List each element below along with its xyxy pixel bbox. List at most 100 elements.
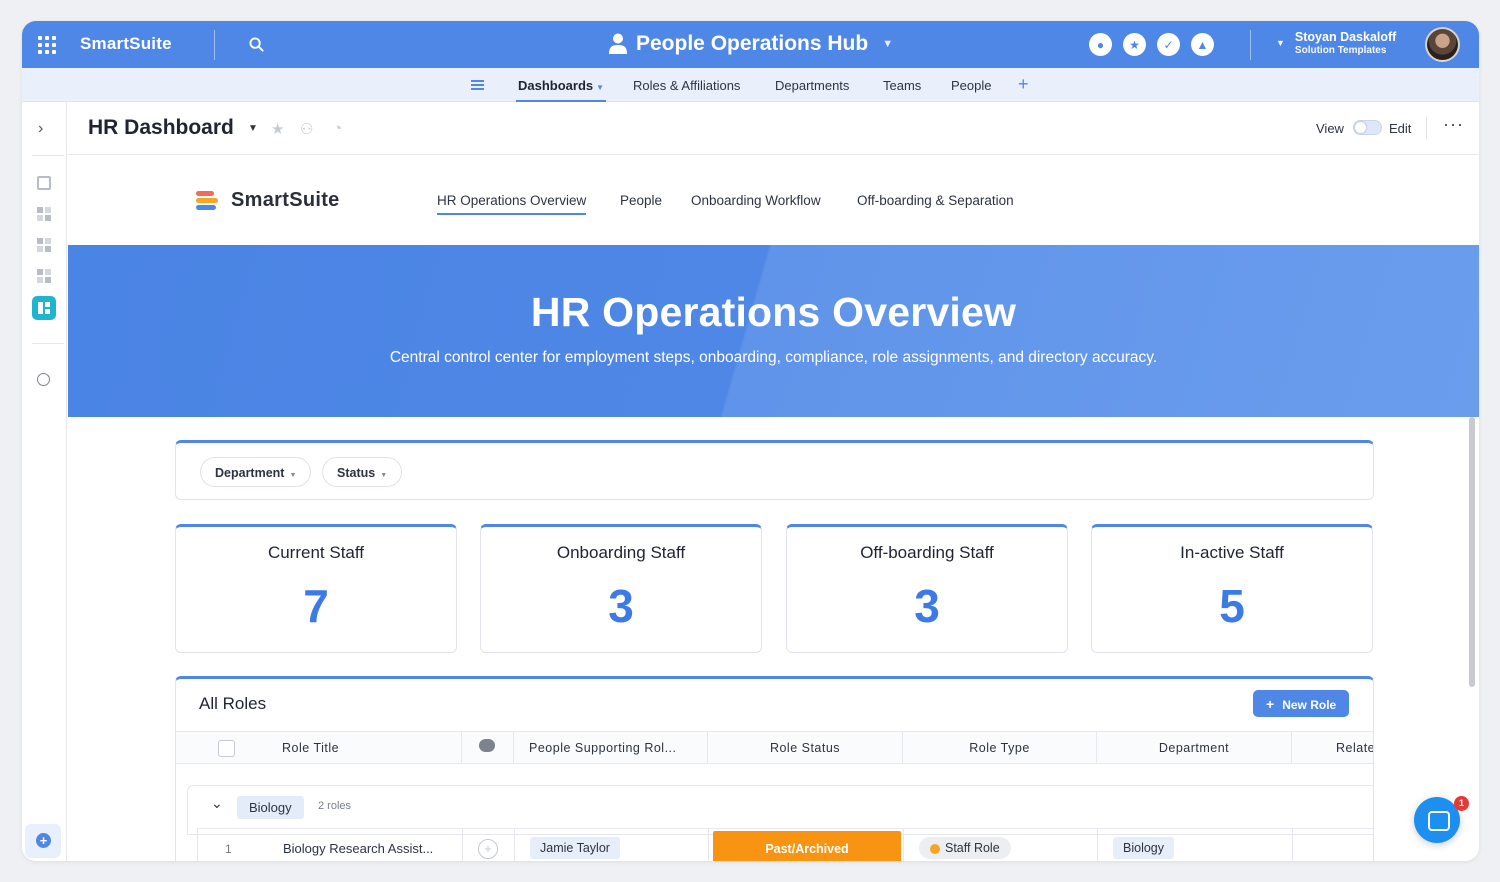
select-all-checkbox[interactable] [218, 740, 235, 757]
stat-value: 3 [914, 580, 940, 632]
divider [1426, 117, 1427, 139]
add-tab-icon[interactable]: + [1018, 74, 1029, 95]
chevron-down-icon: ▼ [380, 472, 388, 479]
role-title: Biology Research Assist... [283, 841, 434, 856]
search-icon[interactable] [249, 37, 264, 52]
column-related[interactable]: Relate [1292, 732, 1373, 763]
roles-table-widget: All Roles + New Role Role Title People Su… [175, 676, 1374, 861]
stat-value: 3 [608, 580, 634, 632]
stat-value: 7 [303, 580, 329, 632]
status-filter[interactable]: Status ▼ [322, 457, 403, 487]
group-count: 2 roles [318, 800, 352, 812]
banner-subtitle: Central control center for employment st… [389, 349, 1158, 366]
group-name: Biology [237, 796, 304, 819]
stat-label: Current Staff [267, 543, 365, 562]
check-icon[interactable]: ✓ [1157, 33, 1180, 56]
top-actions: ● ★ ✓ ▲ [1089, 33, 1214, 56]
table-header: Role Title People Supporting Rol... Role… [176, 731, 1373, 764]
status-badge[interactable]: Past/Archived [713, 831, 901, 861]
role-title-cell[interactable]: 1 Biology Research Assist... [198, 829, 463, 861]
chevron-right-icon[interactable]: › [38, 120, 43, 138]
people-icon[interactable]: ● [1089, 33, 1112, 56]
avatar[interactable] [1425, 27, 1460, 62]
comment-icon [479, 739, 495, 752]
dashboard-icon[interactable] [32, 296, 56, 320]
chevron-down-icon: ▼ [289, 472, 297, 479]
row-index: 1 [225, 842, 232, 856]
hub-selector[interactable]: People Operations Hub ▼ [608, 32, 893, 56]
menu-icon[interactable] [471, 80, 484, 90]
document-icon[interactable] [37, 176, 51, 190]
stat-card-inactive: In-active Staff 5 [1091, 524, 1373, 653]
app-window: SmartSuite People Operations Hub ▼ ● ★ ✓… [22, 21, 1479, 861]
tab-dashboards[interactable]: Dashboards ▼ [515, 78, 607, 103]
app-brand[interactable]: SmartSuite [80, 34, 172, 54]
star-icon[interactable]: ★ [1123, 33, 1146, 56]
column-comments[interactable] [462, 732, 514, 763]
add-comment-icon[interactable]: + [478, 839, 498, 859]
star-icon[interactable]: ★ [271, 120, 284, 138]
stat-value: 5 [1219, 580, 1245, 632]
subtab-off-boarding[interactable]: Off-boarding & Separation [857, 193, 1014, 208]
app-block-icon[interactable] [37, 238, 51, 252]
people-cell[interactable]: Jamie Taylor [515, 829, 709, 861]
left-sidebar: › [22, 102, 67, 861]
department-chip[interactable]: Biology [1113, 837, 1174, 859]
role-type-chip[interactable]: Staff Role [919, 837, 1011, 859]
chevron-down-icon: ▼ [1276, 38, 1285, 48]
subtab-people[interactable]: People [620, 193, 662, 208]
share-icon[interactable]: ⚇ [300, 120, 313, 138]
user-name: Stoyan Daskaloff [1294, 30, 1397, 44]
divider [32, 343, 64, 344]
banner-title: HR Operations Overview [530, 289, 1017, 335]
user-menu[interactable]: ▼ Stoyan Daskaloff Solution Templates [1276, 30, 1396, 56]
tab-departments[interactable]: Departments [775, 78, 849, 93]
tab-people[interactable]: People [951, 78, 991, 93]
new-role-button[interactable]: + New Role [1253, 690, 1350, 717]
column-role-type[interactable]: Role Type [903, 732, 1097, 763]
hero-banner: HR Operations Overview Central control c… [68, 245, 1479, 417]
type-cell[interactable]: Staff Role [904, 829, 1098, 861]
table-row[interactable]: 1 Biology Research Assist... + Jamie Tay… [197, 828, 1373, 861]
column-role-status[interactable]: Role Status [708, 732, 903, 763]
stat-label: In-active Staff [1180, 543, 1284, 562]
comment-cell[interactable]: + [463, 829, 515, 861]
scrollbar[interactable] [1469, 417, 1475, 687]
person-chip[interactable]: Jamie Taylor [530, 837, 620, 859]
apps-grid-icon[interactable] [38, 36, 56, 54]
widget-title: All Roles [199, 694, 267, 713]
chevron-down-icon: ▼ [596, 83, 605, 92]
app-bar: SmartSuite People Operations Hub ▼ ● ★ ✓… [22, 21, 1479, 68]
rss-icon[interactable]: ◔ [333, 120, 342, 137]
divider [214, 30, 215, 60]
app-block-icon[interactable] [37, 269, 51, 283]
bell-icon[interactable]: ▲ [1191, 33, 1214, 56]
divider [32, 155, 64, 156]
plus-icon: + [1266, 696, 1275, 712]
hub-title: People Operations Hub [636, 32, 869, 55]
subtab-hr-operations-overview[interactable]: HR Operations Overview [437, 193, 587, 215]
app-block-icon[interactable] [37, 207, 51, 221]
department-cell[interactable]: Biology [1098, 829, 1293, 861]
notification-badge: 1 [1454, 796, 1469, 811]
column-people-supporting[interactable]: People Supporting Rol... [514, 732, 708, 763]
add-icon[interactable] [25, 824, 61, 858]
stat-label: Onboarding Staff [556, 543, 686, 562]
nav-bar: Dashboards ▼ Roles & Affiliations Departm… [22, 68, 1479, 103]
column-role-title[interactable]: Role Title [176, 732, 462, 763]
chevron-down-icon[interactable]: ▼ [248, 123, 258, 134]
subtab-onboarding-workflow[interactable]: Onboarding Workflow [691, 193, 821, 208]
chevron-down-icon[interactable]: ⌄ [211, 795, 223, 812]
column-department[interactable]: Department [1097, 732, 1292, 763]
edit-label: Edit [1389, 121, 1412, 136]
department-filter[interactable]: Department ▼ [200, 457, 312, 487]
logo-text: SmartSuite [231, 189, 340, 211]
view-edit-toggle[interactable] [1353, 120, 1382, 135]
tab-teams[interactable]: Teams [883, 78, 921, 93]
user-role: Solution Templates [1294, 45, 1387, 56]
more-icon[interactable]: ··· [1443, 114, 1464, 135]
divider [1250, 30, 1251, 60]
stat-label: Off-boarding Staff [860, 543, 994, 562]
user-circle-icon[interactable] [37, 373, 50, 386]
tab-roles-affiliations[interactable]: Roles & Affiliations [633, 78, 740, 93]
